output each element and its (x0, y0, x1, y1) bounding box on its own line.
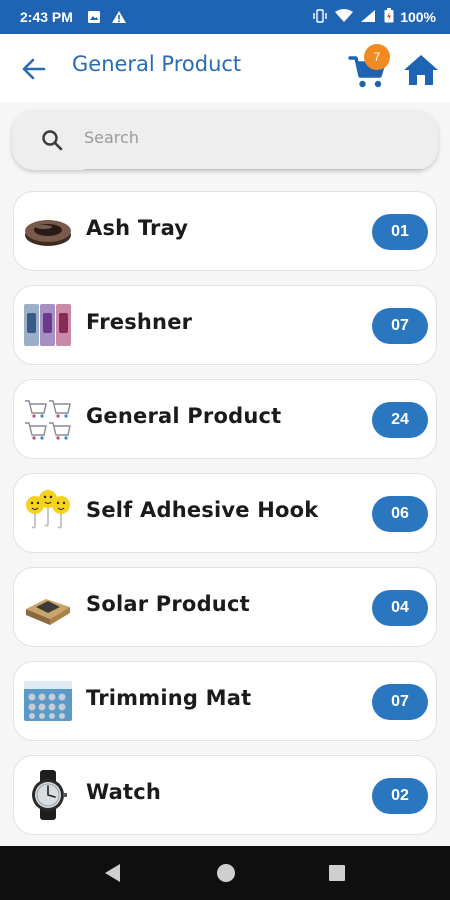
item-count-badge: 07 (372, 308, 428, 344)
item-label: Ash Tray (86, 216, 189, 240)
cart-count-badge: 7 (364, 44, 390, 70)
gallery-icon (87, 10, 101, 24)
item-label: Freshner (86, 310, 193, 334)
battery-icon (384, 8, 394, 26)
list-item-trimming-mat[interactable]: Trimming Mat 07 (13, 661, 437, 741)
nav-recents-icon[interactable] (327, 862, 347, 884)
vibrate-icon (312, 8, 328, 26)
app-bar: General Product 7 (0, 34, 450, 102)
solar-product-thumbnail (26, 599, 70, 625)
self-adhesive-hook-thumbnail (26, 490, 70, 529)
general-product-thumbnail (25, 400, 71, 440)
status-bar: 2:43 PM 100% (0, 0, 450, 34)
list-item-general-product[interactable]: General Product 24 (13, 379, 437, 459)
system-nav-bar (0, 846, 450, 900)
item-count-badge: 24 (372, 402, 428, 438)
list-item-self-adhesive-hook[interactable]: Self Adhesive Hook 06 (13, 473, 437, 553)
back-arrow-icon (22, 58, 46, 80)
wifi-icon (334, 8, 354, 26)
freshner-thumbnail (24, 304, 71, 346)
battery-percent: 100% (400, 9, 436, 25)
item-count-badge: 06 (372, 496, 428, 532)
search-icon (42, 130, 63, 151)
warning-icon (111, 10, 127, 24)
item-label: Self Adhesive Hook (86, 498, 319, 522)
item-label: Solar Product (86, 592, 250, 616)
list-item-freshner[interactable]: Freshner 07 (13, 285, 437, 365)
signal-icon (360, 9, 378, 26)
item-label: General Product (86, 404, 282, 428)
item-count-badge: 01 (372, 214, 428, 250)
item-count-badge: 02 (372, 778, 428, 814)
status-time: 2:43 PM (20, 9, 73, 25)
list-item-solar-product[interactable]: Solar Product 04 (13, 567, 437, 647)
item-count-badge: 04 (372, 590, 428, 626)
watch-thumbnail (32, 770, 67, 820)
page-title: General Product (72, 52, 242, 76)
back-button[interactable] (20, 56, 48, 82)
search-underline (84, 169, 422, 170)
item-label: Watch (86, 780, 162, 804)
trimming-mat-thumbnail (24, 681, 72, 721)
home-button[interactable] (402, 52, 440, 88)
item-label: Trimming Mat (86, 686, 252, 710)
search-bar[interactable]: Search (12, 110, 438, 170)
list-item-ash-tray[interactable]: Ash Tray 01 (13, 191, 437, 271)
nav-back-icon[interactable] (102, 862, 122, 884)
item-count-badge: 07 (372, 684, 428, 720)
search-input[interactable]: Search (84, 128, 139, 147)
ash-tray-thumbnail (25, 220, 71, 246)
status-right: 100% (312, 8, 436, 26)
list-item-watch[interactable]: Watch 02 (13, 755, 437, 835)
category-list: Ash Tray 01 Freshner 07 General Product … (13, 191, 437, 849)
home-icon (404, 55, 438, 85)
nav-home-icon[interactable] (215, 862, 237, 884)
